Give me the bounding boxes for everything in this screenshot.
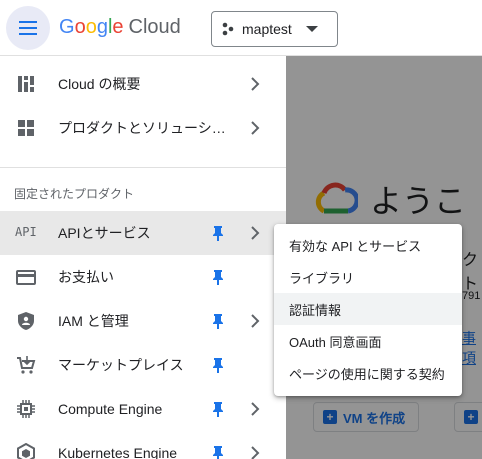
pin-icon[interactable] (211, 357, 225, 373)
submenu-item-page-usage-agreements[interactable]: ページの使用に関する契約 (274, 357, 462, 389)
compute-engine-icon (17, 400, 35, 418)
google-cloud-logo[interactable]: Google Cloud (59, 16, 181, 39)
submenu-item-credentials[interactable]: 認証情報 (274, 293, 462, 325)
project-hierarchy-icon (222, 22, 234, 36)
pin-icon[interactable] (211, 313, 225, 329)
sidebar-item-cloud-overview[interactable]: Cloud の概要 (0, 62, 286, 106)
project-name: maptest (242, 21, 292, 37)
dropdown-arrow-icon (305, 26, 318, 32)
sidebar-item-compute-engine[interactable]: Compute Engine (0, 387, 286, 431)
sidebar-item-label: APIとサービス (58, 225, 151, 241)
sidebar-item-billing[interactable]: お支払い (0, 255, 286, 299)
chevron-right-icon (251, 402, 260, 416)
chevron-right-icon (251, 314, 260, 328)
sidebar-item-label: お支払い (58, 269, 114, 285)
submenu-item-enabled-apis[interactable]: 有効な API とサービス (274, 229, 462, 261)
sidebar-item-label: Kubernetes Engine (58, 445, 178, 459)
logo-letter: G (59, 16, 75, 38)
chevron-right-icon (251, 446, 260, 459)
sidebar-item-label: Compute Engine (58, 401, 163, 417)
navigation-sidebar: Cloud の概要 プロダクトとソリューシ… 固定されたプロダクト API AP… (0, 56, 286, 459)
pin-icon[interactable] (211, 269, 225, 285)
project-picker-button[interactable]: maptest (211, 11, 338, 47)
main-menu-button[interactable] (6, 6, 50, 50)
google-wordmark: Google (59, 16, 124, 39)
chevron-right-icon (251, 226, 260, 240)
pin-icon[interactable] (211, 225, 225, 241)
sidebar-item-label: IAM と管理 (58, 313, 129, 329)
logo-letter: o (74, 16, 86, 38)
sidebar-item-products-solutions[interactable]: プロダクトとソリューシ… (0, 106, 286, 150)
apps-grid-icon (18, 120, 34, 136)
chevron-right-icon (251, 121, 260, 135)
sidebar-item-marketplace[interactable]: マーケットプレイス (0, 343, 286, 387)
marketplace-icon (17, 356, 36, 374)
sidebar-item-label: プロダクトとソリューシ… (58, 120, 226, 136)
api-icon: API (15, 225, 37, 239)
pinned-section-label: 固定されたプロダクト (14, 187, 135, 201)
shield-icon (18, 312, 34, 330)
kubernetes-icon (17, 443, 35, 459)
logo-letter: e (112, 16, 124, 38)
sidebar-item-iam-admin[interactable]: IAM と管理 (0, 299, 286, 343)
cloud-wordmark: Cloud (128, 16, 181, 38)
chevron-right-icon (251, 77, 260, 91)
dashboard-icon (18, 76, 34, 92)
pin-icon[interactable] (211, 445, 225, 459)
sidebar-item-kubernetes-engine[interactable]: Kubernetes Engine (0, 431, 286, 459)
logo-letter: g (96, 16, 108, 38)
submenu-item-oauth-consent[interactable]: OAuth 同意画面 (274, 325, 462, 357)
submenu-item-library[interactable]: ライブラリ (274, 261, 462, 293)
pin-icon[interactable] (211, 401, 225, 417)
top-bar: Google Cloud maptest (0, 0, 482, 56)
apis-services-submenu: 有効な API とサービス ライブラリ 認証情報 OAuth 同意画面 ページの… (274, 224, 462, 396)
sidebar-item-apis-services[interactable]: API APIとサービス (0, 211, 286, 255)
hamburger-menu-icon (19, 21, 37, 35)
logo-letter: o (85, 16, 97, 38)
billing-icon (16, 270, 36, 285)
sidebar-item-label: マーケットプレイス (58, 357, 184, 373)
sidebar-item-label: Cloud の概要 (58, 76, 141, 92)
sidebar-divider (0, 167, 286, 168)
